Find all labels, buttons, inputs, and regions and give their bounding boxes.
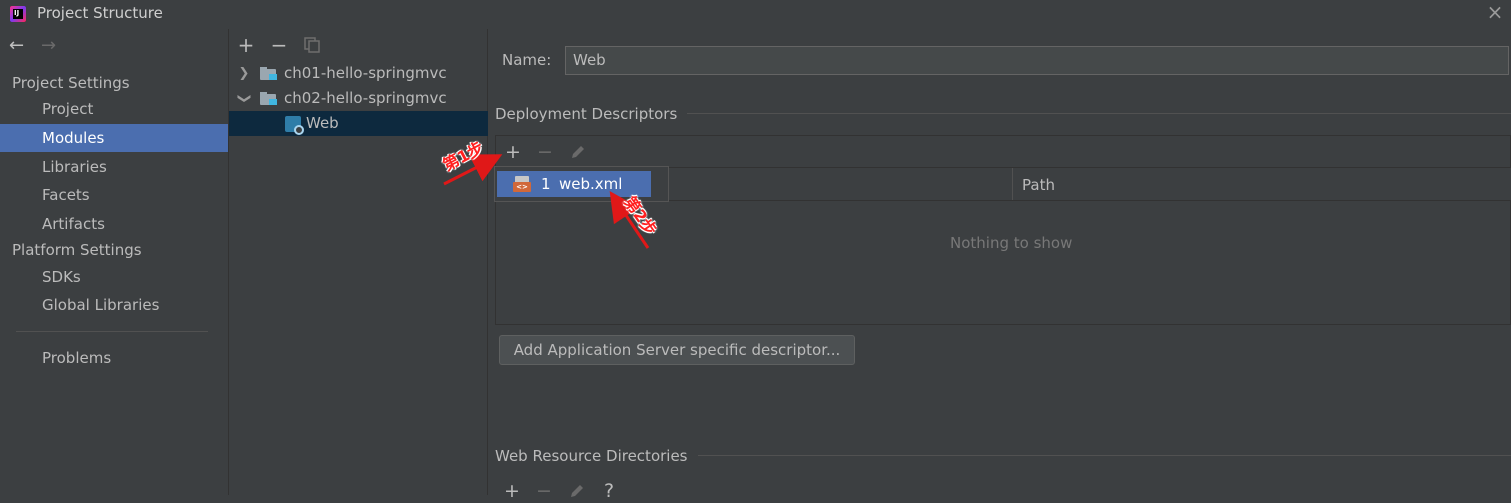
- annotation-arrows: [443, 154, 650, 249]
